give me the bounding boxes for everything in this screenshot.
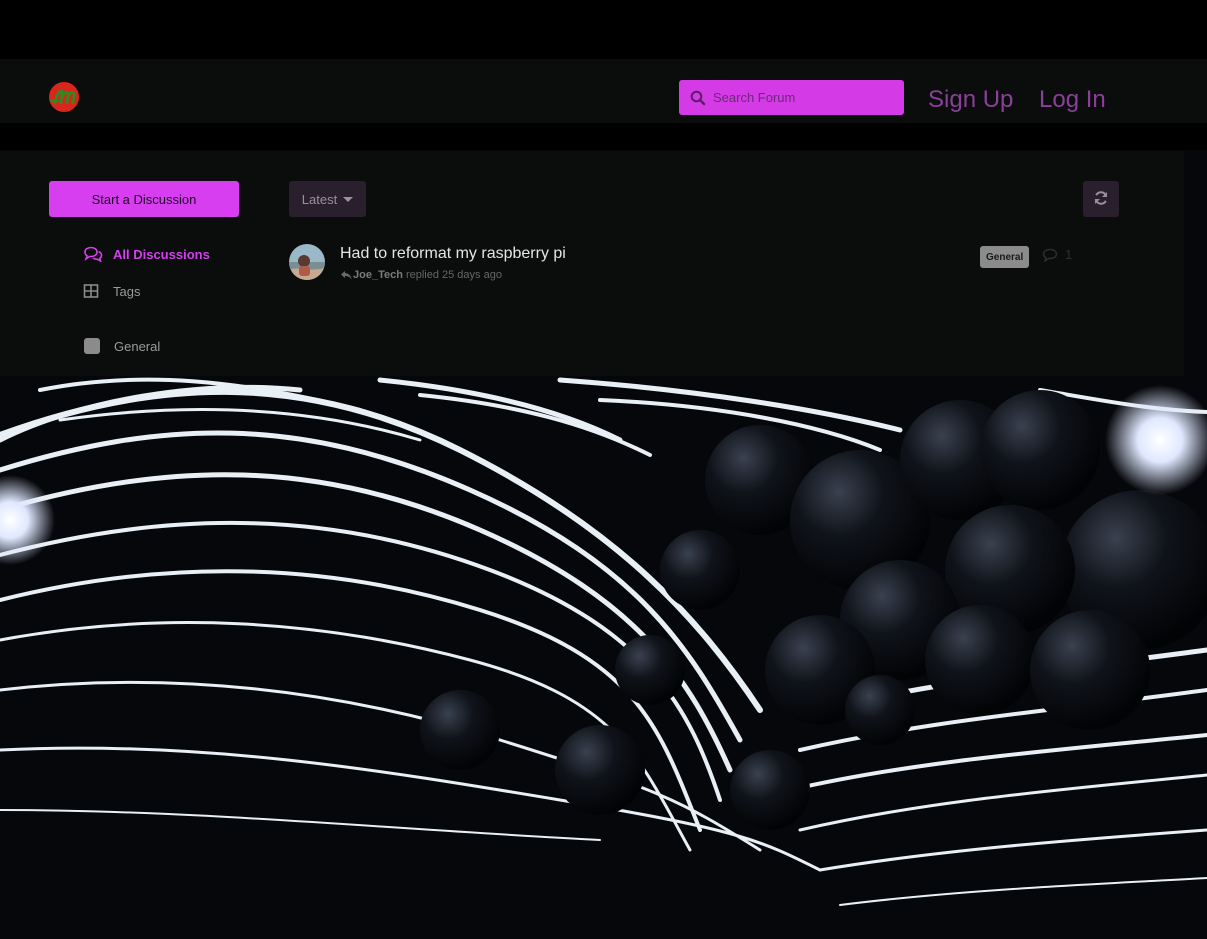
refresh-icon bbox=[1093, 190, 1109, 209]
start-discussion-button[interactable]: Start a Discussion bbox=[49, 181, 239, 217]
sidebar-item-label: All Discussions bbox=[113, 246, 210, 262]
login-link[interactable]: Log In bbox=[1039, 86, 1106, 114]
discussion-tag-badge[interactable]: General bbox=[980, 246, 1030, 268]
sidebar-tag-label: General bbox=[114, 338, 161, 354]
avatar[interactable] bbox=[289, 244, 325, 280]
comment-icon bbox=[1042, 248, 1058, 263]
sort-dropdown[interactable]: Latest bbox=[289, 181, 366, 217]
discussion-user[interactable]: Joe_Tech bbox=[353, 269, 403, 281]
sidebar-item-all-discussions[interactable]: All Discussions bbox=[83, 246, 210, 263]
main-panel: Start a Discussion All Discussions Tags … bbox=[0, 151, 1184, 376]
search-icon bbox=[690, 90, 706, 106]
search-input[interactable] bbox=[713, 90, 893, 105]
discussion-title[interactable]: Had to reformat my raspberry pi bbox=[340, 245, 566, 263]
discussion-time: replied 25 days ago bbox=[405, 269, 502, 281]
comments-icon bbox=[83, 246, 103, 263]
refresh-button[interactable] bbox=[1083, 181, 1119, 217]
sidebar-item-tags[interactable]: Tags bbox=[83, 283, 140, 299]
discussion-meta: Joe_Tech replied 25 days ago bbox=[340, 269, 502, 281]
search-field[interactable] bbox=[679, 80, 904, 115]
site-logo[interactable] bbox=[48, 81, 80, 113]
signup-link[interactable]: Sign Up bbox=[928, 86, 1013, 114]
site-header: Sign Up Log In bbox=[0, 59, 1207, 123]
reply-count: 1 bbox=[1042, 247, 1073, 263]
sidebar-tag-general[interactable]: General bbox=[83, 338, 160, 354]
tags-grid-icon bbox=[83, 283, 101, 299]
tag-color-swatch bbox=[84, 338, 100, 354]
reply-icon bbox=[340, 270, 352, 280]
caret-down-icon bbox=[343, 196, 354, 202]
sort-label: Latest bbox=[301, 191, 338, 207]
reply-count-value: 1 bbox=[1065, 247, 1073, 262]
discussion-list-item[interactable]: Had to reformat my raspberry pi Joe_Tech… bbox=[289, 244, 1089, 284]
sidebar-item-label: Tags bbox=[113, 283, 141, 299]
